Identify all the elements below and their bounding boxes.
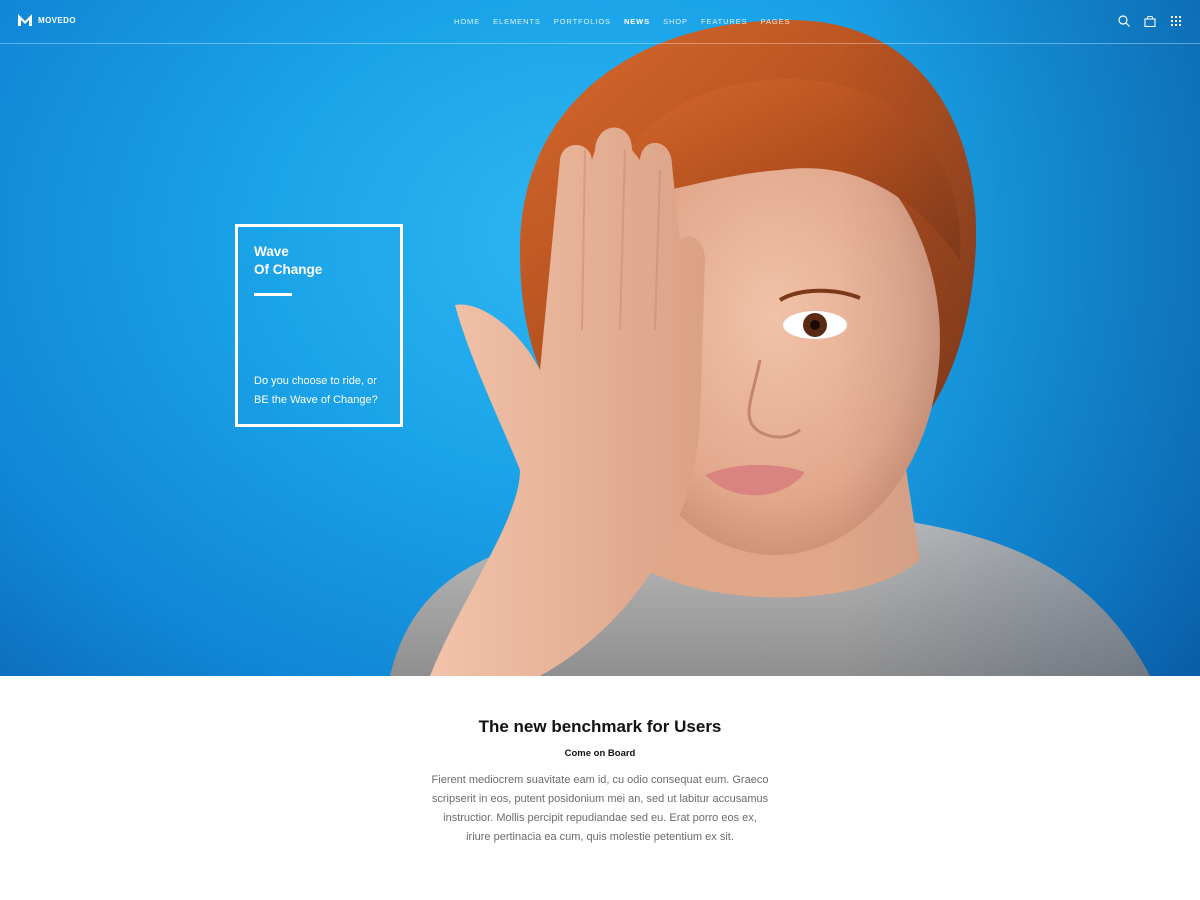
nav-item-news[interactable]: NEWS — [624, 17, 650, 26]
main-nav: HOME ELEMENTS PORTFOLIOS NEWS SHOP FEATU… — [454, 17, 790, 26]
grid-menu-icon[interactable] — [1170, 15, 1182, 27]
hero-title-rule — [254, 293, 292, 296]
search-icon[interactable] — [1118, 15, 1130, 27]
header-divider — [0, 43, 1200, 44]
hero-text: Do you choose to ride, or BE the Wave of… — [254, 375, 378, 406]
nav-item-features[interactable]: FEATURES — [701, 17, 748, 26]
hero-text-box: Wave Of Change Do you choose to ride, or… — [235, 224, 403, 427]
cart-icon[interactable] — [1144, 15, 1156, 27]
nav-item-portfolios[interactable]: PORTFOLIOS — [554, 17, 611, 26]
hero-vignette — [0, 0, 1200, 676]
intro-section: The new benchmark for Users Come on Boar… — [0, 676, 1200, 900]
hero-section: MOVEDO HOME ELEMENTS PORTFOLIOS NEWS SHO… — [0, 0, 1200, 676]
header-actions — [1118, 15, 1182, 27]
section-title: The new benchmark for Users — [478, 717, 722, 736]
nav-item-elements[interactable]: ELEMENTS — [493, 17, 541, 26]
brand-name: MOVEDO — [38, 15, 76, 25]
nav-item-home[interactable]: HOME — [454, 17, 480, 26]
site-header: MOVEDO HOME ELEMENTS PORTFOLIOS NEWS SHO… — [0, 0, 1200, 44]
site-logo[interactable]: MOVEDO — [18, 14, 76, 26]
section-subtitle: Come on Board — [564, 748, 636, 759]
nav-item-shop[interactable]: SHOP — [663, 17, 688, 26]
section-body: Fierent mediocrem suavitate eam id, cu o… — [431, 774, 769, 843]
m-logo-icon — [18, 14, 32, 26]
hero-title: Wave Of Change — [254, 244, 323, 277]
nav-item-pages[interactable]: PAGES — [761, 17, 791, 26]
